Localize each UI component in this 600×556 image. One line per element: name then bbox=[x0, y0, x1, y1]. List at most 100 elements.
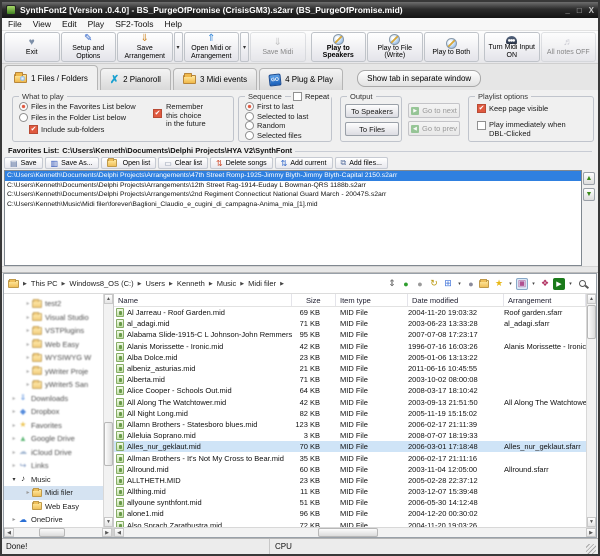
scroll-thumb[interactable] bbox=[318, 528, 378, 537]
setup-and-options-button[interactable]: ✎Setup and Options bbox=[61, 32, 117, 62]
expand-arrow-icon[interactable]: ▸ bbox=[24, 381, 32, 388]
table-row[interactable]: Alabama Slide-1915-C L Johnson-John Remm… bbox=[114, 329, 586, 340]
favorites-list-item[interactable]: C:\Users\Kenneth\Documents\Delphi Projec… bbox=[5, 190, 581, 200]
tree-item-wysiwyg-w[interactable]: ▸WYSIWYG W bbox=[4, 351, 103, 365]
expand-arrow-icon[interactable]: ▸ bbox=[10, 422, 18, 429]
favorites-list-item[interactable]: C:\Users\Kenneth\Documents\Delphi Projec… bbox=[5, 171, 581, 181]
view-dropdown-icon[interactable]: ▾ bbox=[456, 278, 463, 290]
scroll-left-icon[interactable]: ◀ bbox=[4, 528, 14, 537]
expand-arrow-icon[interactable]: ▸ bbox=[10, 449, 18, 456]
exit-button[interactable]: ♥Exit bbox=[4, 32, 60, 62]
tab-2-pianoroll[interactable]: ✗2 Pianoroll bbox=[100, 68, 171, 90]
collapse-arrow-icon[interactable]: ▾ bbox=[10, 476, 18, 483]
tree-item-google-drive[interactable]: ▸▲Google Drive bbox=[4, 432, 103, 446]
expand-arrow-icon[interactable]: ▸ bbox=[10, 435, 18, 442]
all-notes-off-button[interactable]: ♬All notes OFF bbox=[541, 32, 597, 62]
breadcrumb-item-kenneth[interactable]: Kenneth bbox=[175, 278, 207, 289]
tree-item-visual-studio[interactable]: ▸Visual Studio bbox=[4, 311, 103, 325]
move-down-button[interactable]: ▼ bbox=[583, 188, 595, 201]
table-row[interactable]: Allround.mid60 KBMID File2003-11-04 12:0… bbox=[114, 464, 586, 475]
favorites-list-item[interactable]: C:\Users\Kenneth\Documents\Delphi Projec… bbox=[5, 181, 581, 191]
search-icon[interactable] bbox=[576, 278, 588, 290]
favorites-delete-songs-button[interactable]: ⇅Delete songs bbox=[210, 157, 273, 169]
expand-arrow-icon[interactable]: ▸ bbox=[10, 462, 18, 469]
menu-item-edit[interactable]: Edit bbox=[62, 19, 77, 29]
expand-arrow-icon[interactable]: ▸ bbox=[10, 408, 18, 415]
star-dropdown-icon[interactable]: ▾ bbox=[507, 278, 514, 290]
mute-icon[interactable]: ● bbox=[465, 278, 477, 290]
open-midi-or-arrangement-button[interactable]: ⇑Open Midi or Arrangement bbox=[184, 32, 240, 62]
table-row[interactable]: albeniz_asturias.mid21 KBMID File2011-06… bbox=[114, 363, 586, 374]
checkbox-play-immediately[interactable]: Play immediately when DBL-Clicked bbox=[477, 121, 566, 138]
radio-sequence-first-to-last[interactable]: First to last bbox=[245, 102, 294, 111]
dropdown-arrow-icon[interactable]: ▾ bbox=[174, 32, 183, 62]
table-row[interactable]: Al Jarreau - Roof Garden.mid69 KBMID Fil… bbox=[114, 307, 586, 318]
column-header-size[interactable]: Size bbox=[292, 294, 336, 306]
tree-item-ywriter5-san[interactable]: ▸yWriter5 San bbox=[4, 378, 103, 392]
minimize-button[interactable]: _ bbox=[565, 6, 569, 15]
table-row[interactable]: Allamn Brothers - Statesboro blues.mid12… bbox=[114, 419, 586, 430]
table-row[interactable]: Allthing.mid11 KBMID File2003-12-07 15:3… bbox=[114, 486, 586, 497]
colors-icon[interactable]: ❖ bbox=[539, 278, 551, 290]
table-row[interactable]: alone1.mid96 KBMID File2004-12-20 00:30:… bbox=[114, 508, 586, 519]
tree-item-vstplugins[interactable]: ▸VSTPlugins bbox=[4, 324, 103, 338]
scroll-down-icon[interactable]: ▼ bbox=[104, 517, 113, 527]
favorites-save-as--button[interactable]: ▥Save As... bbox=[45, 157, 99, 169]
tree-item-downloads[interactable]: ▸⇓Downloads bbox=[4, 392, 103, 406]
scroll-thumb[interactable] bbox=[587, 305, 596, 339]
scroll-left-icon[interactable]: ◀ bbox=[114, 528, 124, 537]
play-icon[interactable]: ▶ bbox=[553, 278, 565, 290]
favorites-add-current-button[interactable]: ⇅Add current bbox=[275, 157, 333, 169]
move-up-button[interactable]: ▲ bbox=[583, 172, 595, 185]
tab-1-files-folders[interactable]: 1 Files / Folders bbox=[4, 65, 98, 90]
menu-item-sf2-tools[interactable]: SF2-Tools bbox=[115, 19, 153, 29]
scroll-down-icon[interactable]: ▼ bbox=[587, 517, 596, 527]
table-row[interactable]: Alice Cooper - Schools Out.mid64 KBMID F… bbox=[114, 385, 586, 396]
table-row[interactable]: Alleluia Soprano.mid3 KBMID File2008-07-… bbox=[114, 430, 586, 441]
tree-item-music[interactable]: ▾♪Music bbox=[4, 473, 103, 487]
tree-item-test2[interactable]: ▸test2 bbox=[4, 297, 103, 311]
favorites-open-list-button[interactable]: Open list bbox=[101, 157, 157, 169]
table-vertical-scrollbar[interactable]: ▲ ▼ bbox=[586, 294, 596, 527]
table-row[interactable]: Alberta.mid71 KBMID File2003-10-02 08:00… bbox=[114, 374, 586, 385]
play-to-speakers-button[interactable]: Play to Speakers bbox=[311, 32, 367, 62]
column-header-name[interactable]: Name bbox=[114, 294, 292, 306]
radio-sequence-selected-files[interactable]: Selected files bbox=[245, 131, 302, 140]
tree-item-icloud-drive[interactable]: ▸☁iCloud Drive bbox=[4, 446, 103, 460]
go-to-next-button[interactable]: ▶ Go to next bbox=[408, 103, 460, 118]
table-row[interactable]: allyoune synthfont.mid51 KBMID File2006-… bbox=[114, 497, 586, 508]
menu-item-view[interactable]: View bbox=[33, 19, 51, 29]
play-to-file-write--button[interactable]: Play to File (Write) bbox=[367, 32, 423, 62]
expand-arrow-icon[interactable]: ▸ bbox=[24, 341, 32, 348]
expand-arrow-icon[interactable]: ▸ bbox=[10, 516, 18, 523]
table-row[interactable]: ALLTHETH.MID23 KBMID File2005-02-28 22:3… bbox=[114, 475, 586, 486]
turn-midi-input-on-button[interactable]: Turn Midi Input ON bbox=[484, 32, 540, 62]
checkbox-repeat[interactable]: Repeat bbox=[291, 92, 331, 101]
image-icon[interactable]: ▣ bbox=[516, 278, 528, 290]
tree-item-favorites[interactable]: ▸★Favorites bbox=[4, 419, 103, 433]
column-header-date-modified[interactable]: Date modified bbox=[408, 294, 504, 306]
refresh-icon[interactable]: ↻ bbox=[428, 278, 440, 290]
updown-icon[interactable]: ⇕ bbox=[386, 278, 398, 290]
expand-arrow-icon[interactable]: ▸ bbox=[24, 314, 32, 321]
column-header-item-type[interactable]: Item type bbox=[336, 294, 408, 306]
favorites-list-item[interactable]: C:\Users\Kenneth\Music\Midi filer\foreve… bbox=[5, 200, 581, 210]
expand-arrow-icon[interactable]: ▸ bbox=[24, 327, 32, 334]
radio-files-folder[interactable]: Files in the Folder List below bbox=[19, 113, 126, 122]
checkbox-keep-page-visible[interactable]: ✔ Keep page visible bbox=[477, 104, 548, 113]
to-speakers-button[interactable]: To Speakers bbox=[345, 104, 399, 118]
play-dropdown-icon[interactable]: ▾ bbox=[567, 278, 574, 290]
breadcrumb-item-this-pc[interactable]: This PC bbox=[29, 278, 60, 289]
expand-arrow-icon[interactable]: ▸ bbox=[24, 354, 32, 361]
save-arrangement-button[interactable]: ⇓Save Arrangement bbox=[117, 32, 173, 62]
tree-item-web-easy[interactable]: Web Easy bbox=[4, 500, 103, 514]
checkbox-include-subfolders[interactable]: ✔ Include sub-folders bbox=[29, 125, 104, 134]
checkbox-remember[interactable]: ✔ bbox=[153, 109, 162, 118]
resize-grip[interactable] bbox=[586, 544, 596, 554]
scroll-right-icon[interactable]: ▶ bbox=[586, 528, 596, 537]
close-button[interactable]: X bbox=[589, 6, 594, 15]
scroll-up-icon[interactable]: ▲ bbox=[587, 294, 596, 304]
table-row[interactable]: Also Sprach Zarathustra.mid72 KBMID File… bbox=[114, 520, 586, 527]
tree-item-links[interactable]: ▸↪Links bbox=[4, 459, 103, 473]
table-row[interactable]: al_adagi.mid71 KBMID File2003-06-23 13:3… bbox=[114, 318, 586, 329]
